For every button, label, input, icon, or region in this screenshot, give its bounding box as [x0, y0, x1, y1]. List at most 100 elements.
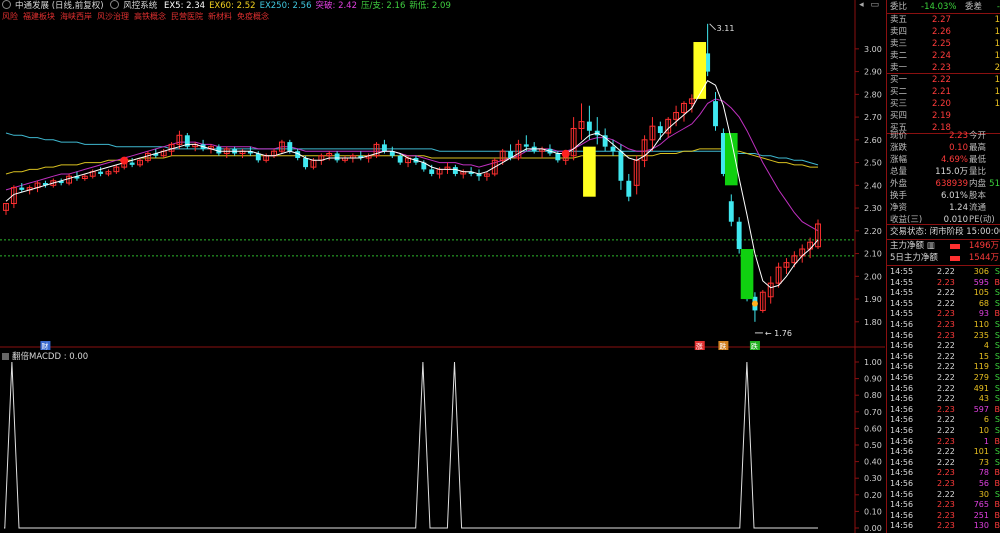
candle-body — [452, 167, 458, 174]
indicator-circle-icon[interactable] — [110, 0, 120, 9]
buy-dot — [751, 300, 758, 307]
tick-volume: 491 — [973, 383, 989, 393]
tick-row: 14:56 2.23 78 B — [887, 468, 1000, 478]
macd-axis-label: 1.00 — [864, 358, 882, 367]
tick-time: 14:56 — [890, 362, 914, 372]
ma-legend-item: 新低: 2.09 — [409, 1, 451, 11]
tick-row: 14:56 2.23 597 B — [887, 405, 1000, 415]
ma-legend-item: 压/支: 2.16 — [361, 1, 406, 11]
main-flow-row: 主力净额 ▥ 1496万 — [887, 240, 1000, 252]
tick-row: 14:55 2.22 105 S — [887, 288, 1000, 298]
price-axis-label: 1.80 — [864, 318, 882, 327]
concept-tag[interactable]: 高铁概念 — [134, 12, 166, 21]
tick-price: 2.23 — [937, 309, 955, 319]
tick-row: 14:56 2.22 491 S — [887, 384, 1000, 394]
main-flow-label: 主力净额 ▥ — [890, 241, 935, 251]
concept-tag[interactable]: 民营医院 — [171, 12, 203, 21]
indicator-label[interactable]: 风控系统 — [123, 1, 157, 11]
tick-time: 14:56 — [890, 404, 914, 414]
macd-axis-label: 0.20 — [864, 491, 882, 500]
tick-flag: S — [994, 394, 1000, 404]
ma-legend-item: EX60: 2.52 — [209, 1, 256, 11]
candle-body — [216, 146, 222, 154]
tick-price: 2.22 — [937, 457, 955, 467]
concept-tag[interactable]: 风沙治理 — [97, 12, 129, 21]
high-price-label: 3.11 — [717, 24, 735, 33]
tick-flag: B — [994, 436, 1000, 446]
settings-circle-icon[interactable] — [2, 0, 11, 9]
tick-price: 2.23 — [937, 479, 955, 488]
bid-volume: 1 — [994, 75, 1000, 85]
tick-time: 14:56 — [890, 383, 914, 393]
candle-body — [586, 121, 592, 131]
stat-row: 净资 1.24 流通 — [887, 202, 1000, 214]
candle-body — [618, 151, 624, 181]
tick-time: 14:56 — [890, 447, 914, 457]
candle-body — [287, 142, 293, 152]
bid-row: 买二 2.21 1 — [887, 86, 1000, 98]
stat-label: 涨幅 — [890, 155, 908, 165]
candle-body — [713, 101, 718, 127]
tick-flag: S — [994, 362, 1000, 372]
stat-row: 现价 2.23 今开 — [887, 130, 1000, 142]
ask-row: 卖二 2.24 1 — [887, 50, 1000, 62]
stat-label-2: 流通 — [969, 203, 987, 213]
tick-price: 2.22 — [937, 426, 955, 435]
stat-value: 115.0万 — [935, 167, 968, 177]
candlestick-chart[interactable]: 3.00 2.90 2.80 2.70 2.60 2.50 2.40 2.30 2.20 2.10… — [0, 0, 885, 533]
ask-row: 卖三 2.25 1 — [887, 38, 1000, 50]
tick-flag: S — [994, 298, 1000, 308]
tick-volume: 110 — [973, 320, 989, 329]
candle-body — [98, 171, 104, 174]
tick-flag: S — [994, 373, 1000, 382]
concept-tag[interactable]: 福建板块 — [23, 12, 55, 21]
tick-row: 14:56 2.22 4 S — [887, 341, 1000, 351]
concept-tag[interactable]: 新材料 — [208, 12, 232, 21]
trade-status-row: 交易状态: 闭市阶段 15:00:00 — [887, 226, 1000, 238]
stock-label[interactable]: 中通发展 (日线,前复权) — [15, 1, 104, 11]
tick-row: 14:56 2.22 10 S — [887, 426, 1000, 436]
tick-flag: S — [994, 489, 1000, 499]
candle-body — [19, 187, 25, 190]
macd-square-icon[interactable] — [2, 353, 9, 360]
tick-volume: 279 — [973, 373, 989, 382]
tick-price: 2.22 — [937, 267, 955, 276]
tick-volume: 130 — [973, 521, 989, 531]
stat-row: 外盘 638939 内盘 51 — [887, 178, 1000, 190]
chart-area[interactable]: 3.00 2.90 2.80 2.70 2.60 2.50 2.40 2.30 2.20 2.10… — [0, 0, 885, 533]
candle-body — [523, 144, 529, 147]
tick-time: 14:55 — [890, 288, 914, 298]
tick-flag: B — [994, 404, 1000, 414]
bid-row: 买三 2.20 1 — [887, 98, 1000, 110]
bid-label: 买一 — [890, 75, 908, 85]
tick-price: 2.22 — [937, 383, 955, 393]
weibi-row: 委比 -14.03% 委差 - — [887, 1, 1000, 13]
tick-flag: B — [994, 277, 1000, 287]
candle-body — [334, 153, 340, 161]
tick-volume: 56 — [978, 479, 989, 488]
tick-flag: B — [994, 479, 1000, 488]
candle-body — [381, 144, 387, 152]
price-axis-label: 1.90 — [864, 295, 882, 304]
signal-bar — [740, 249, 754, 300]
signal-dot — [561, 149, 570, 158]
macd-title: 翻倍MACDD : 0.00 — [2, 351, 88, 363]
macd-axis-label: 0.80 — [864, 391, 882, 400]
stat-value: 6.01% — [940, 191, 968, 201]
window-icons[interactable]: ◂ ▭ — [859, 0, 881, 10]
price-axis-label: 2.70 — [864, 113, 882, 122]
concept-tag[interactable]: 风险 — [2, 12, 18, 21]
flow5-label: 5日主力净额 — [890, 253, 938, 263]
bottom-tag: 财 — [41, 342, 48, 351]
stat-value: 0.10 — [949, 143, 968, 153]
macd-axis-label: 0.00 — [864, 524, 882, 533]
concept-tag[interactable]: 海峡西岸 — [60, 12, 92, 21]
stat-label: 换手 — [890, 191, 908, 201]
stat-value: 2.23 — [949, 131, 968, 141]
stat-row: 涨跌 0.10 最高 — [887, 142, 1000, 154]
concept-tag[interactable]: 免疫概念 — [237, 12, 269, 21]
bid-row: 买四 2.19 — [887, 110, 1000, 122]
weibi-label: 委比 — [890, 2, 908, 12]
tick-time: 14:56 — [890, 468, 914, 478]
tick-row: 14:56 2.23 765 B — [887, 500, 1000, 510]
